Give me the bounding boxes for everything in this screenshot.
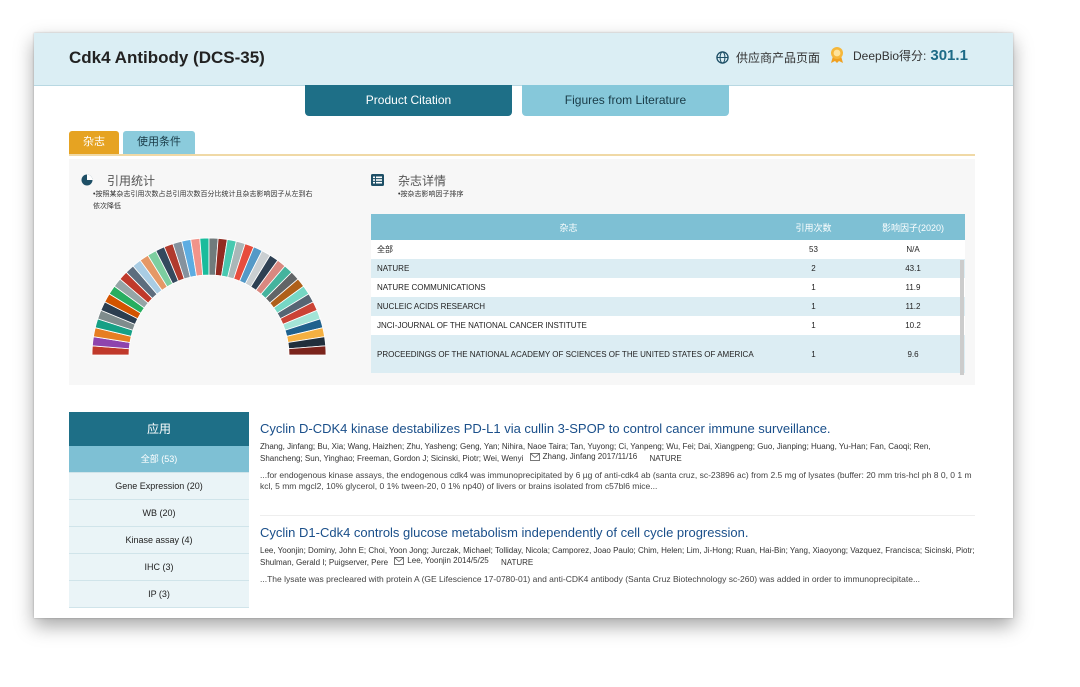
citation-stats-header: 引用统计 •按照某杂志引用次数占总引用次数百分比统计且杂志影响因子从左到右依次降… bbox=[81, 172, 318, 213]
journal-name: JNCI-JOURNAL OF THE NATIONAL CANCER INST… bbox=[371, 316, 766, 335]
table-row[interactable]: NATURE 2 43.1 bbox=[371, 259, 965, 278]
corresponding-author: Zhang, Jinfang 2017/11/16 bbox=[529, 452, 638, 462]
sidebar-item-gene-expression[interactable]: Gene Expression (20) bbox=[69, 473, 249, 500]
product-card: Cdk4 Antibody (DCS-35) 供应商产品页面 DeepBio得分… bbox=[34, 33, 1013, 618]
tab-product-citation[interactable]: Product Citation bbox=[305, 85, 512, 116]
page-title: Cdk4 Antibody (DCS-35) bbox=[69, 48, 265, 67]
journal-donut-chart bbox=[91, 237, 327, 356]
citation-entry: Cyclin D-CDK4 kinase destabilizes PD-L1 … bbox=[260, 421, 975, 492]
table-row[interactable]: PROCEEDINGS OF THE NATIONAL ACADEMY OF S… bbox=[371, 335, 965, 373]
tab-figures-from-literature[interactable]: Figures from Literature bbox=[522, 85, 729, 116]
citation-title[interactable]: Cyclin D-CDK4 kinase destabilizes PD-L1 … bbox=[260, 421, 975, 436]
citation-count: 1 bbox=[766, 297, 861, 316]
page-header: Cdk4 Antibody (DCS-35) 供应商产品页面 DeepBio得分… bbox=[34, 33, 1013, 86]
impact-factor: N/A bbox=[861, 240, 965, 259]
sidebar-item-all[interactable]: 全部 (53) bbox=[69, 446, 249, 473]
supplier-link[interactable]: 供应商产品页面 bbox=[716, 49, 820, 66]
journal-details-header: 杂志详情 •按杂志影响因子排序 bbox=[371, 172, 463, 201]
journal-details-title: 杂志详情 bbox=[398, 174, 447, 188]
table-header-row: 杂志 引用次数 影响因子(2020) bbox=[371, 214, 965, 240]
tab-underline bbox=[69, 154, 975, 156]
sidebar-item-wb[interactable]: WB (20) bbox=[69, 500, 249, 527]
table-row[interactable]: JNCI-JOURNAL OF THE NATIONAL CANCER INST… bbox=[371, 316, 965, 335]
mail-icon bbox=[529, 453, 540, 461]
tab-journal[interactable]: 杂志 bbox=[69, 131, 119, 154]
citation-journal: NATURE bbox=[649, 454, 682, 463]
citation-count: 1 bbox=[766, 335, 861, 373]
score-label: DeepBio得分: bbox=[853, 48, 927, 63]
award-icon bbox=[831, 47, 843, 63]
journal-name: PROCEEDINGS OF THE NATIONAL ACADEMY OF S… bbox=[371, 335, 766, 373]
impact-factor: 11.9 bbox=[861, 278, 965, 297]
corresponding-author: Lee, Yoonjin 2014/5/25 bbox=[394, 556, 489, 566]
citation-count: 1 bbox=[766, 278, 861, 297]
table-row[interactable]: NUCLEIC ACIDS RESEARCH 1 11.2 bbox=[371, 297, 965, 316]
column-header-journal: 杂志 bbox=[371, 214, 766, 240]
corresponding-author-text: Lee, Yoonjin 2014/5/25 bbox=[407, 556, 489, 565]
application-sidebar: 应用 全部 (53) Gene Expression (20) WB (20) … bbox=[69, 412, 249, 618]
citation-authors: Lee, Yoonjin; Dominy, John E; Choi, Yoon… bbox=[260, 546, 975, 568]
citation-excerpt: ...The lysate was precleared with protei… bbox=[260, 574, 921, 584]
tab-usage-conditions[interactable]: 使用条件 bbox=[123, 131, 195, 154]
journal-name: NUCLEIC ACIDS RESEARCH bbox=[371, 297, 766, 316]
main-tabs: Product Citation Figures from Literature bbox=[305, 85, 729, 116]
journal-details-note: •按杂志影响因子排序 bbox=[398, 191, 464, 198]
citation-excerpt: ...for endogenous kinase assays, the end… bbox=[260, 470, 972, 491]
journal-table: 杂志 引用次数 影响因子(2020) 全部 53 N/A NATURE 2 43… bbox=[371, 214, 965, 373]
pie-chart-icon bbox=[81, 174, 93, 186]
corresponding-author-text: Zhang, Jinfang 2017/11/16 bbox=[542, 452, 638, 461]
citation-authors: Zhang, Jinfang; Bu, Xia; Wang, Haizhen; … bbox=[260, 442, 975, 464]
impact-factor: 9.6 bbox=[861, 335, 965, 373]
sidebar-item-ip[interactable]: IP (3) bbox=[69, 581, 249, 608]
impact-factor: 11.2 bbox=[861, 297, 965, 316]
impact-factor: 10.2 bbox=[861, 316, 965, 335]
sub-tabs: 杂志 使用条件 bbox=[69, 131, 195, 154]
journal-name: NATURE bbox=[371, 259, 766, 278]
citation-stats-title: 引用统计 bbox=[107, 174, 156, 188]
column-header-impact-factor: 影响因子(2020) bbox=[861, 214, 965, 240]
deepbio-score: DeepBio得分: 301.1 bbox=[829, 46, 968, 64]
globe-icon bbox=[716, 51, 729, 64]
sidebar-title: 应用 bbox=[69, 412, 249, 446]
supplier-label: 供应商产品页面 bbox=[736, 51, 821, 65]
journal-name: NATURE COMMUNICATIONS bbox=[371, 278, 766, 297]
impact-factor: 43.1 bbox=[861, 259, 965, 278]
journal-name: 全部 bbox=[371, 240, 766, 259]
citation-count: 1 bbox=[766, 316, 861, 335]
list-icon bbox=[371, 174, 384, 186]
citation-count: 53 bbox=[766, 240, 861, 259]
citation-journal: NATURE bbox=[500, 558, 534, 567]
table-row[interactable]: 全部 53 N/A bbox=[371, 240, 965, 259]
citation-count: 2 bbox=[766, 259, 861, 278]
author-list: Lee, Yoonjin; Dominy, John E; Choi, Yoon… bbox=[260, 546, 975, 567]
citation-entry: Cyclin D1-Cdk4 controls glucose metaboli… bbox=[260, 525, 975, 585]
score-value: 301.1 bbox=[930, 46, 968, 64]
sidebar-item-ihc[interactable]: IHC (3) bbox=[69, 554, 249, 581]
citation-divider bbox=[260, 515, 975, 516]
table-scrollbar[interactable] bbox=[960, 260, 964, 375]
table-row[interactable]: NATURE COMMUNICATIONS 1 11.9 bbox=[371, 278, 965, 297]
citation-title[interactable]: Cyclin D1-Cdk4 controls glucose metaboli… bbox=[260, 525, 975, 540]
sidebar-item-kinase-assay[interactable]: Kinase assay (4) bbox=[69, 527, 249, 554]
mail-icon bbox=[394, 557, 405, 565]
column-header-citations: 引用次数 bbox=[766, 214, 861, 240]
citation-stats-note: •按照某杂志引用次数占总引用次数百分比统计且杂志影响因子从左到右依次降低 bbox=[93, 191, 313, 210]
